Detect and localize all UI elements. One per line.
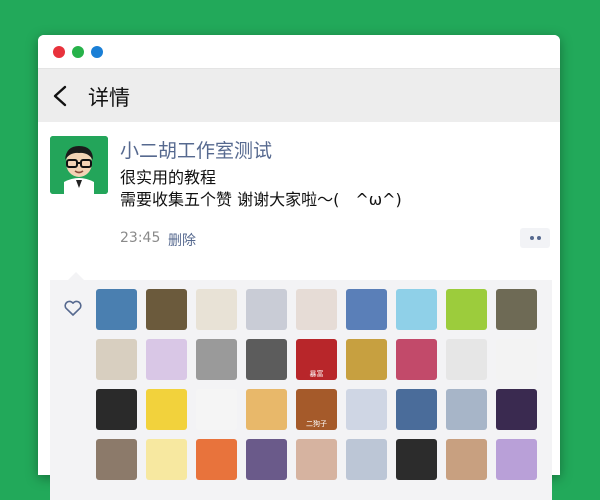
page-title: 详情 xyxy=(88,86,130,110)
liker-avatar[interactable] xyxy=(146,339,187,380)
liker-avatar[interactable] xyxy=(346,389,387,430)
liker-avatar[interactable] xyxy=(496,439,537,480)
back-arrow-icon[interactable] xyxy=(52,85,68,107)
dot-icon xyxy=(530,236,534,240)
post-line-2: 需要收集五个赞 谢谢大家啦～( ^ω^) xyxy=(120,190,402,209)
liker-avatar[interactable] xyxy=(96,339,137,380)
liker-avatar[interactable] xyxy=(396,289,437,330)
author-name[interactable]: 小二胡工作室测试 xyxy=(120,136,272,163)
moment-post: 小二胡工作室测试 很实用的教程 需要收集五个赞 谢谢大家啦～( ^ω^) 23:… xyxy=(38,122,560,268)
liker-avatar[interactable] xyxy=(496,339,537,380)
liker-avatar[interactable] xyxy=(296,439,337,480)
liker-avatar[interactable] xyxy=(196,439,237,480)
dot-icon xyxy=(537,236,541,240)
liker-avatar[interactable]: 二狗子 xyxy=(296,389,337,430)
liker-avatar[interactable] xyxy=(96,289,137,330)
avatar-caption: 暴富 xyxy=(309,370,324,378)
liker-avatar[interactable] xyxy=(346,439,387,480)
liker-avatar[interactable] xyxy=(446,339,487,380)
liker-avatar[interactable] xyxy=(396,439,437,480)
liker-avatar[interactable] xyxy=(146,439,187,480)
liker-avatar-grid: 暴富 二狗子 xyxy=(96,289,556,480)
liker-avatar[interactable] xyxy=(446,289,487,330)
liker-avatar[interactable] xyxy=(396,339,437,380)
delete-link[interactable]: 删除 xyxy=(168,230,196,250)
liker-avatar[interactable] xyxy=(246,339,287,380)
liker-avatar[interactable] xyxy=(346,289,387,330)
more-options-button[interactable] xyxy=(520,228,550,248)
liker-avatar[interactable] xyxy=(296,289,337,330)
close-window-button[interactable] xyxy=(53,46,65,58)
liker-avatar[interactable] xyxy=(496,289,537,330)
maximize-window-button[interactable] xyxy=(91,46,103,58)
nav-bar: 详情 xyxy=(38,69,560,122)
liker-avatar[interactable] xyxy=(146,289,187,330)
liker-avatar[interactable] xyxy=(446,439,487,480)
liker-avatar[interactable] xyxy=(246,439,287,480)
author-avatar[interactable] xyxy=(50,136,108,194)
post-content: 很实用的教程 需要收集五个赞 谢谢大家啦～( ^ω^) xyxy=(120,167,402,211)
liker-avatar[interactable]: 暴富 xyxy=(296,339,337,380)
liker-avatar[interactable] xyxy=(246,389,287,430)
cartoon-avatar-icon xyxy=(50,136,108,194)
likes-panel: 暴富 二狗子 xyxy=(50,272,552,500)
post-time: 23:45 xyxy=(120,230,161,246)
liker-avatar[interactable] xyxy=(196,389,237,430)
title-bar xyxy=(38,35,560,69)
liker-avatar[interactable] xyxy=(246,289,287,330)
heart-icon xyxy=(64,300,82,316)
liker-avatar[interactable] xyxy=(396,389,437,430)
liker-avatar[interactable] xyxy=(446,389,487,430)
post-line-1: 很实用的教程 xyxy=(120,168,217,187)
liker-avatar[interactable] xyxy=(346,339,387,380)
liker-avatar[interactable] xyxy=(96,439,137,480)
liker-avatar[interactable] xyxy=(196,289,237,330)
liker-avatar[interactable] xyxy=(496,389,537,430)
liker-avatar[interactable] xyxy=(146,389,187,430)
minimize-window-button[interactable] xyxy=(72,46,84,58)
liker-avatar[interactable] xyxy=(96,389,137,430)
liker-avatar[interactable] xyxy=(196,339,237,380)
avatar-caption: 二狗子 xyxy=(306,420,327,428)
